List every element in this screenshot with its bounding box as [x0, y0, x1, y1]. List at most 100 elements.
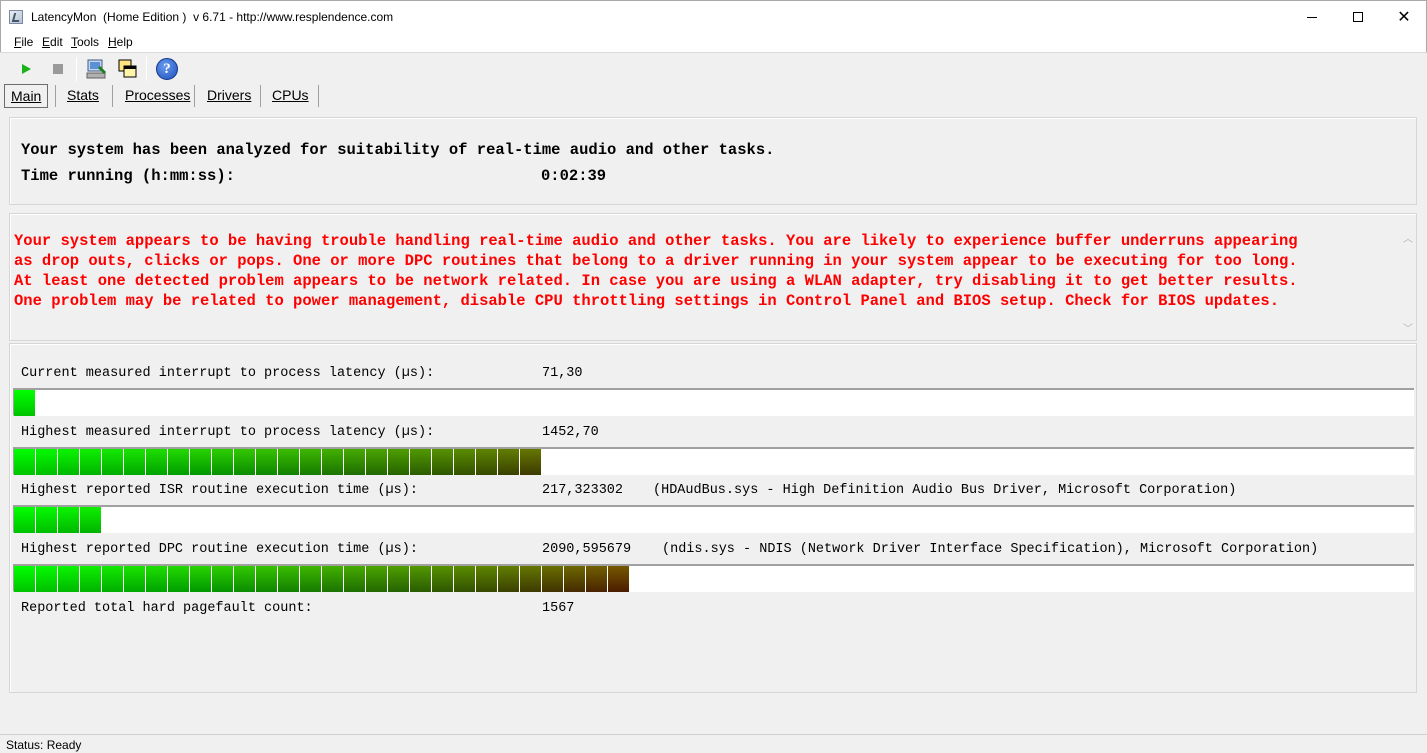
system-info-icon — [86, 59, 107, 79]
app-icon — [9, 10, 23, 24]
dpc-bar — [13, 564, 1414, 592]
bar-segment — [432, 566, 453, 592]
system-info-button[interactable] — [84, 57, 108, 81]
highest-latency-label: Highest measured interrupt to process la… — [21, 425, 435, 440]
bar-segment — [410, 566, 431, 592]
tab-stats-label: Stats — [67, 87, 99, 103]
minimize-button[interactable] — [1289, 1, 1335, 33]
isr-driver-detail: (HDAudBus.sys - High Definition Audio Bu… — [653, 483, 1237, 498]
bar-segment — [608, 566, 629, 592]
bar-segment — [300, 449, 321, 475]
bar-segment — [80, 507, 101, 533]
bar-segment — [124, 566, 145, 592]
tab-cpus-label: CPUs — [272, 87, 309, 103]
bar-segment — [36, 507, 57, 533]
bar-segment — [564, 566, 585, 592]
tab-main-label: Main — [11, 88, 42, 104]
stop-button[interactable] — [46, 57, 70, 81]
tab-main[interactable]: Main — [4, 84, 49, 108]
bar-segment — [256, 449, 277, 475]
current-latency-bar-fill — [14, 390, 36, 416]
bar-segment — [410, 449, 431, 475]
scroll-down-icon[interactable]: ﹀ — [1403, 326, 1413, 336]
bar-segment — [102, 449, 123, 475]
tab-separator — [260, 85, 261, 107]
bar-segment — [80, 566, 101, 592]
bar-segment — [278, 449, 299, 475]
bar-segment — [256, 566, 277, 592]
tab-separator — [318, 85, 319, 107]
bar-segment — [190, 449, 211, 475]
start-button[interactable] — [14, 57, 38, 81]
bar-segment — [14, 566, 35, 592]
bar-segment — [14, 507, 35, 533]
windows-icon — [118, 59, 137, 78]
highest-latency-bar-fill — [14, 449, 542, 475]
bar-segment — [168, 566, 189, 592]
menu-help[interactable]: Help — [108, 35, 133, 49]
bar-segment — [14, 449, 35, 475]
bar-segment — [542, 566, 563, 592]
help-button[interactable]: ? — [155, 57, 179, 81]
toolbar-separator — [76, 57, 77, 81]
current-latency-label: Current measured interrupt to process la… — [21, 366, 435, 381]
stop-icon — [53, 64, 63, 74]
start-icon — [21, 64, 31, 74]
time-running-value: 0:02:39 — [541, 167, 607, 185]
bar-segment — [322, 449, 343, 475]
pagefault-label: Reported total hard pagefault count: — [21, 601, 313, 616]
tab-processes-label: Processes — [125, 87, 191, 103]
summary-panel: Your system has been analyzed for suitab… — [9, 117, 1417, 205]
tab-drivers[interactable]: Drivers — [201, 84, 257, 108]
tab-processes[interactable]: Processes — [119, 84, 196, 108]
scroll-up-icon[interactable]: ︿ — [1403, 236, 1413, 246]
close-icon: ✕ — [1397, 9, 1411, 26]
window-title: LatencyMon (Home Edition ) v 6.71 - http… — [31, 10, 394, 24]
toolbar-separator — [146, 57, 147, 81]
bar-segment — [36, 449, 57, 475]
tab-bar: Main Stats Processes Drivers CPUs — [0, 82, 1427, 109]
pagefault-value: 1567 — [542, 601, 575, 616]
time-running-label: Time running (h:mm:ss): — [21, 167, 235, 185]
menu-tools[interactable]: Tools — [71, 35, 99, 49]
dpc-bar-fill — [14, 566, 630, 592]
tab-drivers-label: Drivers — [207, 87, 252, 103]
bar-segment — [212, 566, 233, 592]
verdict-text: Your system appears to be having trouble… — [14, 232, 1298, 310]
bar-segment — [146, 449, 167, 475]
bar-segment — [476, 449, 497, 475]
bar-segment — [146, 566, 167, 592]
bar-segment — [80, 449, 101, 475]
minimize-icon — [1307, 16, 1317, 18]
current-latency-value: 71,30 — [542, 366, 583, 381]
status-text: Status: Ready — [6, 738, 82, 752]
close-button[interactable]: ✕ — [1381, 1, 1427, 33]
dpc-value: 2090,595679 — [542, 542, 632, 557]
bar-segment — [36, 566, 57, 592]
bar-segment — [234, 449, 255, 475]
isr-label: Highest reported ISR routine execution t… — [21, 483, 418, 498]
bar-segment — [278, 566, 299, 592]
verdict-panel[interactable]: Your system appears to be having trouble… — [9, 213, 1417, 341]
tab-cpus[interactable]: CPUs — [266, 84, 315, 108]
menu-edit[interactable]: Edit — [42, 35, 63, 49]
bar-segment — [212, 449, 233, 475]
current-latency-bar — [13, 388, 1414, 416]
tab-separator — [55, 85, 56, 107]
bar-segment — [454, 449, 475, 475]
maximize-button[interactable] — [1335, 1, 1381, 33]
bar-segment — [432, 449, 453, 475]
isr-value: 217,323302 — [542, 483, 624, 498]
dpc-driver-detail: (ndis.sys - NDIS (Network Driver Interfa… — [662, 542, 1319, 557]
dpc-label: Highest reported DPC routine execution t… — [21, 542, 418, 557]
windows-button[interactable] — [116, 57, 140, 81]
bar-segment — [498, 449, 519, 475]
metrics-panel: Current measured interrupt to process la… — [9, 343, 1417, 693]
menu-file[interactable]: File — [14, 35, 33, 49]
bar-segment — [58, 507, 79, 533]
title-bar[interactable]: LatencyMon (Home Edition ) v 6.71 - http… — [0, 0, 1427, 32]
toolbar: ? — [0, 52, 1427, 82]
tab-stats[interactable]: Stats — [61, 84, 105, 108]
bar-segment — [344, 566, 365, 592]
summary-text: Your system has been analyzed for suitab… — [21, 141, 775, 159]
